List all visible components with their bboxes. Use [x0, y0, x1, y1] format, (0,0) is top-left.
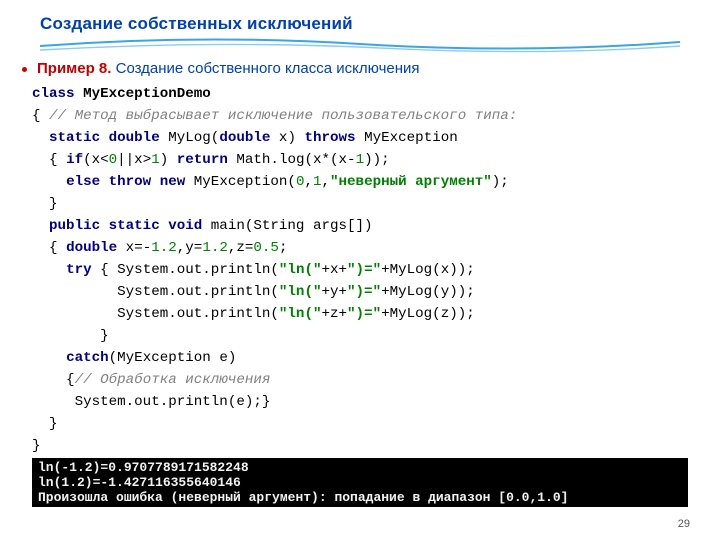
bullet-icon	[22, 67, 27, 72]
console-line: Произошла ошибка (неверный аргумент): по…	[38, 490, 569, 505]
slide: Создание собственных исключений Пример 8…	[0, 0, 720, 540]
console-output: ln(-1.2)=0.9707789171582248 ln(1.2)=-1.4…	[32, 458, 688, 507]
example-label: Пример 8.	[37, 60, 111, 77]
subtitle-line: Пример 8. Создание собственного класса и…	[40, 60, 680, 77]
page-number: 29	[678, 518, 690, 530]
console-line: ln(-1.2)=0.9707789171582248	[38, 460, 249, 475]
example-text: Создание собственного класса исключения	[116, 60, 420, 77]
swoosh-icon	[40, 36, 680, 58]
slide-title: Создание собственных исключений	[40, 14, 680, 34]
title-underline	[40, 36, 680, 58]
console-line: ln(1.2)=-1.427116355640146	[38, 475, 241, 490]
code-block: class MyExceptionDemo { // Метод выбрасы…	[32, 83, 680, 457]
